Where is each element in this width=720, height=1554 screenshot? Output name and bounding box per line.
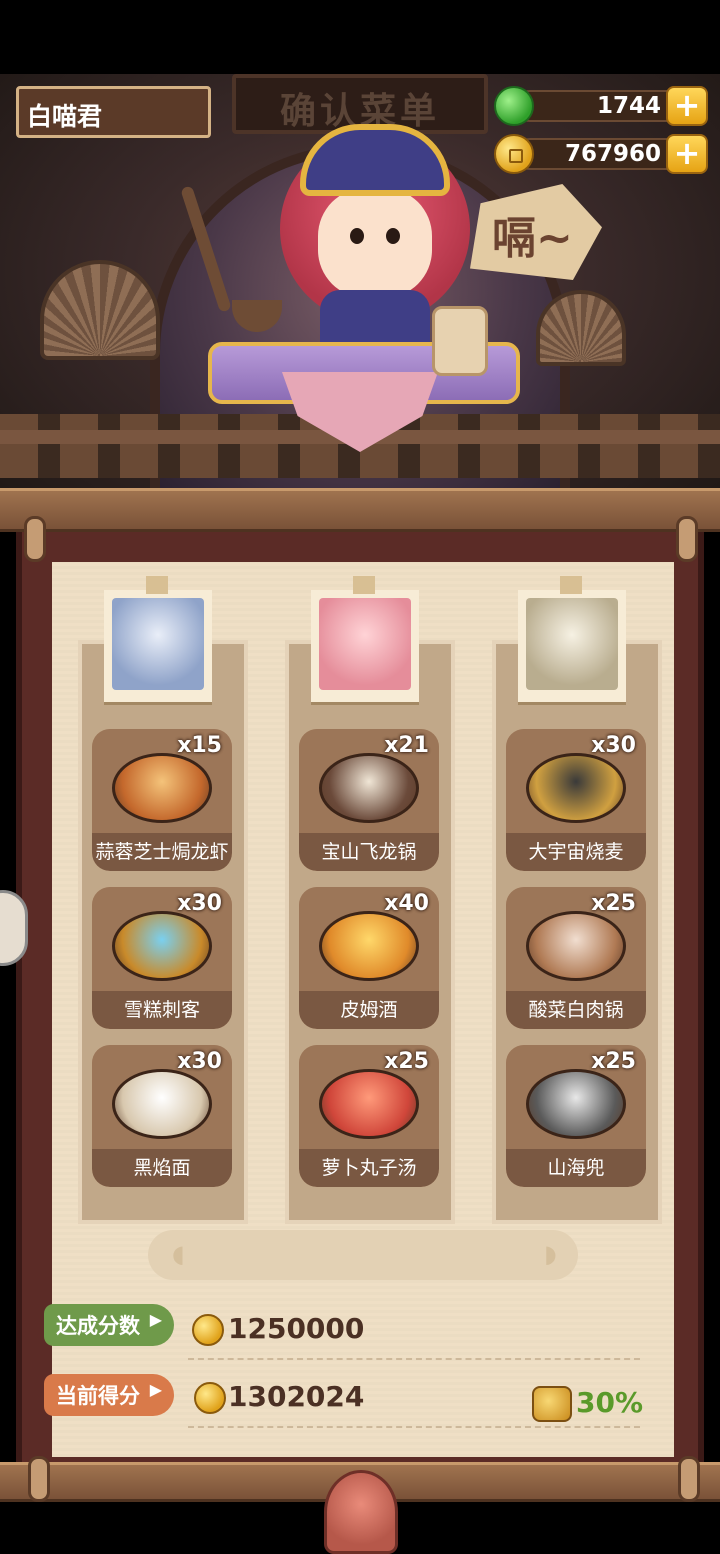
dish-card[interactable]: x15 蒜蓉芝士焗龙虾: [92, 729, 232, 871]
target-row-divider: [188, 1358, 640, 1360]
status-bar-area: [0, 0, 720, 74]
dish-name: 蒜蓉芝士焗龙虾: [92, 833, 232, 871]
tag-arrow-icon: ▶: [149, 1310, 162, 1329]
dish-card[interactable]: x40 皮姆酒: [299, 887, 439, 1029]
target-score-label: 达成分数: [56, 1314, 140, 1338]
dish-card[interactable]: x30 雪糕刺客: [92, 887, 232, 1029]
hotpot-dish-icon: [319, 753, 419, 823]
dish-card[interactable]: x25 山海兜: [506, 1045, 646, 1187]
customer-avatar-frame[interactable]: [104, 576, 212, 702]
soup-dish-icon: [319, 1069, 419, 1139]
dish-name: 萝卜丸子汤: [299, 1149, 439, 1187]
dish-card[interactable]: x25 酸菜白肉锅: [506, 887, 646, 1029]
dish-count: x40: [384, 891, 429, 916]
restaurant-scene: 确认菜单 嗝~ 白喵君 1744 + 767960 +: [0, 74, 720, 514]
dumpling-dish-icon: [526, 1069, 626, 1139]
pill-right-deco-icon: ◗: [544, 1240, 557, 1268]
speech-text: 嗝~: [492, 213, 573, 264]
add-coins-button[interactable]: +: [666, 134, 708, 174]
lobster-dish-icon: [112, 753, 212, 823]
drink-dish-icon: [319, 911, 419, 981]
dish-count: x25: [384, 1049, 429, 1074]
dish-card[interactable]: x25 萝卜丸子汤: [299, 1045, 439, 1187]
scroll-rod-cap-right: [676, 516, 698, 562]
silver-hair-customer-avatar: [112, 598, 204, 690]
avatar-pin: [146, 576, 168, 594]
current-score-tag: 当前得分 ▶: [44, 1374, 174, 1416]
dish-name: 山海兜: [506, 1149, 646, 1187]
dish-count: x25: [591, 891, 636, 916]
black-noodle-dish-icon: [112, 1069, 212, 1139]
shaomai-dish-icon: [526, 753, 626, 823]
left-fan-decoration: [40, 260, 160, 360]
scroll-bottom-cap-left: [28, 1456, 50, 1502]
bonus-pot-icon: [532, 1386, 572, 1422]
player-name-box[interactable]: 白喵君: [16, 86, 211, 138]
pickled-pot-dish-icon: [526, 911, 626, 981]
right-fan-decoration: [536, 290, 626, 366]
target-coin-icon: [192, 1314, 224, 1346]
avatar-pin: [353, 576, 375, 594]
dish-count: x15: [177, 733, 222, 758]
dish-name: 皮姆酒: [299, 991, 439, 1029]
target-score-tag: 达成分数 ▶: [44, 1304, 174, 1346]
current-row-divider: [188, 1426, 640, 1428]
current-score-value: 1302024: [228, 1380, 365, 1413]
dish-count: x30: [177, 1049, 222, 1074]
character-hat: [300, 124, 450, 196]
add-gems-button[interactable]: +: [666, 86, 708, 126]
scroll-indicator[interactable]: [148, 1230, 578, 1280]
dish-count: x25: [591, 1049, 636, 1074]
character-right-eye: [386, 228, 400, 244]
side-chat-button[interactable]: [0, 890, 28, 966]
gold-coin-icon: [494, 134, 534, 174]
dish-name: 宝山飞龙锅: [299, 833, 439, 871]
dish-name: 雪糕刺客: [92, 991, 232, 1029]
dish-count: x21: [384, 733, 429, 758]
customer-avatar-frame[interactable]: [311, 576, 419, 702]
tag-arrow-icon: ▶: [149, 1380, 162, 1399]
stacked-bowls-decoration: [432, 306, 488, 376]
current-coin-icon: [194, 1382, 226, 1414]
dish-card[interactable]: x21 宝山飞龙锅: [299, 729, 439, 871]
scroll-top-rod: [0, 488, 720, 532]
white-hair-customer-avatar: [526, 598, 618, 690]
dish-card[interactable]: x30 大宇宙烧麦: [506, 729, 646, 871]
customer-avatar-frame[interactable]: [518, 576, 626, 702]
scroll-bottom-cap-right: [678, 1456, 700, 1502]
avatar-pin: [560, 576, 582, 594]
current-score-label: 当前得分: [56, 1384, 140, 1408]
dish-name: 黑焰面: [92, 1149, 232, 1187]
gem-resource: 1744 +: [494, 86, 714, 126]
character-face: [318, 188, 432, 298]
ice-cream-dish-icon: [112, 911, 212, 981]
bunny-hood-customer-avatar: [319, 598, 411, 690]
scroll-rod-cap-left: [24, 516, 46, 562]
coin-count: 767960: [514, 138, 689, 170]
green-gem-icon: [494, 86, 534, 126]
dish-card[interactable]: x30 黑焰面: [92, 1045, 232, 1187]
dish-count: x30: [177, 891, 222, 916]
target-score-value: 1250000: [228, 1312, 365, 1345]
coin-resource: 767960 +: [494, 134, 714, 174]
decorative-knot-icon: [324, 1470, 398, 1554]
dish-name: 酸菜白肉锅: [506, 991, 646, 1029]
bonus-percent: 30%: [576, 1386, 644, 1419]
dish-count: x30: [591, 733, 636, 758]
pill-left-deco-icon: ◖: [172, 1240, 185, 1268]
gem-count: 1744: [514, 90, 689, 122]
dish-name: 大宇宙烧麦: [506, 833, 646, 871]
character-left-eye: [350, 228, 364, 244]
